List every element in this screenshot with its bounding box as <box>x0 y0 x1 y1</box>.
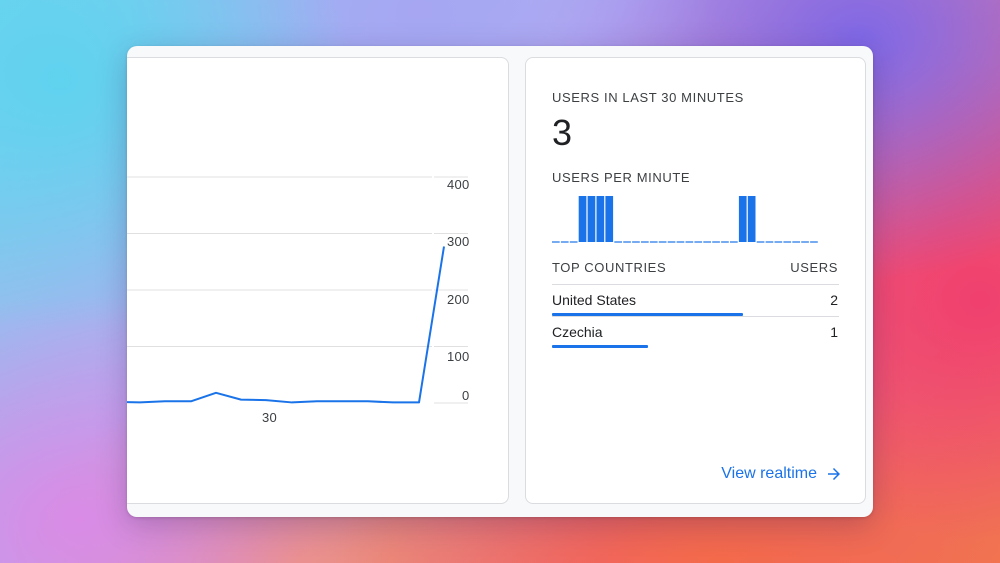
country-name: United States <box>552 292 637 308</box>
country-share-bar <box>552 345 648 348</box>
users-series-line <box>127 246 445 404</box>
users-trend-card: 400 300 200 100 0 30 <box>127 57 509 504</box>
minute-bar <box>596 196 605 242</box>
realtime-title: USERS IN LAST 30 MINUTES <box>552 90 744 105</box>
table-divider <box>552 284 839 285</box>
country-users: 1 <box>830 324 838 340</box>
y-tick-label: 0 <box>462 388 470 403</box>
view-realtime-label: View realtime <box>721 465 817 482</box>
table-divider <box>552 316 839 317</box>
country-name: Czechia <box>552 324 603 340</box>
y-tick-label: 200 <box>447 292 470 307</box>
realtime-user-count: 3 <box>552 112 573 153</box>
minute-bar <box>605 196 614 242</box>
realtime-card: USERS IN LAST 30 MINUTES 3 USERS PER MIN… <box>525 57 866 504</box>
minute-bar <box>738 196 747 242</box>
users-trend-chart <box>127 176 468 404</box>
minute-bar <box>587 196 596 242</box>
x-tick-label: 30 <box>262 410 278 425</box>
arrow-right-icon <box>828 468 840 480</box>
view-realtime-link[interactable]: View realtime <box>721 465 843 483</box>
country-users: 2 <box>830 292 838 308</box>
dashboard-frame: 400 300 200 100 0 30 USERS IN LAST 30 MI… <box>127 46 873 517</box>
minute-bar <box>747 196 756 242</box>
users-header: USERS <box>790 260 838 275</box>
top-countries-header: TOP COUNTRIES <box>552 260 667 275</box>
y-tick-label: 300 <box>447 234 470 249</box>
y-tick-label: 400 <box>447 177 470 192</box>
users-per-minute-label: USERS PER MINUTE <box>552 170 691 185</box>
minute-bar <box>578 196 587 242</box>
users-per-minute-chart <box>552 196 818 243</box>
y-tick-label: 100 <box>447 349 470 364</box>
